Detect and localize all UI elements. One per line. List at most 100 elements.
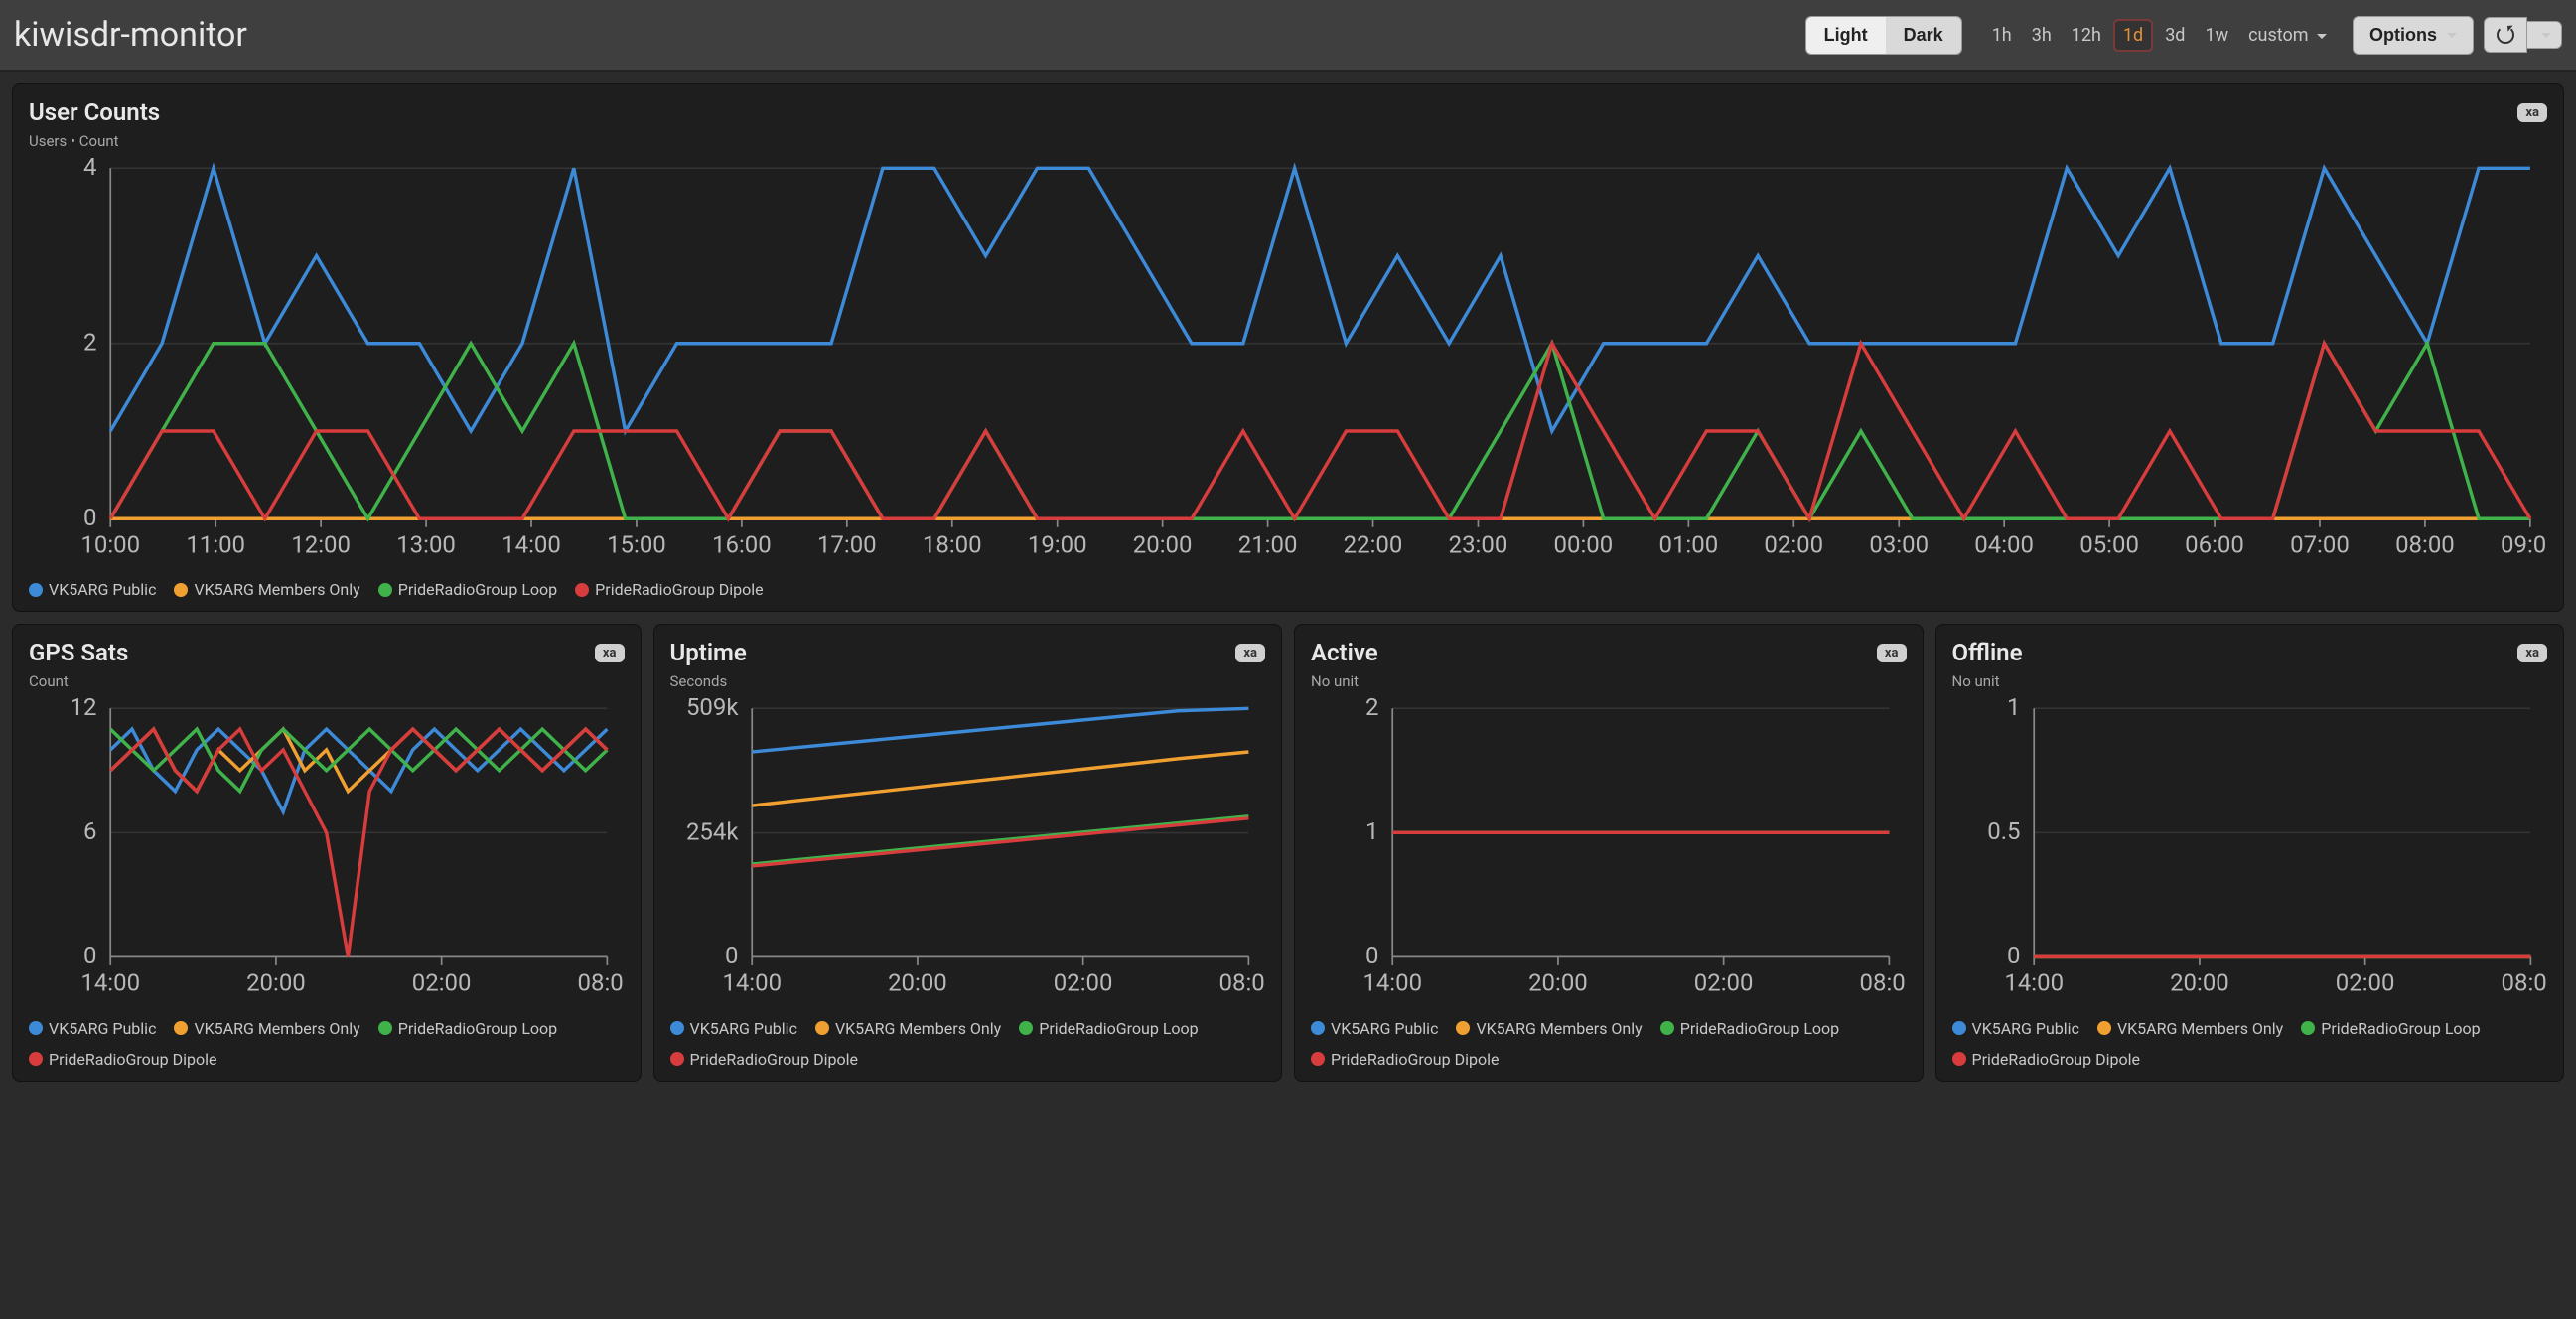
legend-swatch bbox=[1456, 1021, 1470, 1035]
range-custom[interactable]: custom bbox=[2240, 21, 2335, 50]
svg-text:17:00: 17:00 bbox=[817, 531, 877, 559]
legend-item[interactable]: PrideRadioGroup Dipole bbox=[670, 1050, 858, 1069]
legend-item[interactable]: PrideRadioGroup Dipole bbox=[1952, 1050, 2140, 1069]
chart-active[interactable]: 01214:0020:0002:0008:00 bbox=[1311, 698, 1907, 1004]
legend: VK5ARG Public VK5ARG Members Only PrideRad… bbox=[1311, 1019, 1907, 1069]
options-button[interactable]: Options bbox=[2353, 16, 2474, 55]
range-3h[interactable]: 3h bbox=[2024, 21, 2060, 50]
svg-text:0.5: 0.5 bbox=[1987, 817, 2020, 845]
svg-text:23:00: 23:00 bbox=[1449, 531, 1508, 559]
panel-badge[interactable]: xa bbox=[595, 644, 625, 662]
legend: VK5ARG Public VK5ARG Members Only PrideRad… bbox=[29, 580, 2547, 599]
legend-swatch bbox=[670, 1021, 684, 1035]
legend-item[interactable]: PrideRadioGroup Loop bbox=[378, 1019, 557, 1038]
theme-toggle: Light Dark bbox=[1805, 16, 1962, 55]
panel-subtitle: No unit bbox=[1952, 672, 2548, 690]
panel-badge[interactable]: xa bbox=[2517, 644, 2547, 662]
legend-item[interactable]: PrideRadioGroup Loop bbox=[1019, 1019, 1198, 1038]
legend-swatch bbox=[2097, 1021, 2111, 1035]
svg-text:12: 12 bbox=[71, 698, 97, 721]
panel-title: Uptime bbox=[670, 639, 747, 666]
caret-down-icon bbox=[2317, 34, 2327, 44]
svg-text:08:00: 08:00 bbox=[1860, 969, 1907, 997]
panel-user-counts: User Counts xa Users • Count 02410:0011:… bbox=[12, 83, 2564, 612]
legend-label: VK5ARG Public bbox=[690, 1019, 797, 1038]
legend-swatch bbox=[2301, 1021, 2315, 1035]
range-1d[interactable]: 1d bbox=[2113, 19, 2153, 52]
refresh-menu-button[interactable] bbox=[2526, 21, 2562, 49]
svg-text:08:00: 08:00 bbox=[2395, 531, 2455, 559]
legend-item[interactable]: VK5ARG Public bbox=[1952, 1019, 2079, 1038]
svg-text:01:00: 01:00 bbox=[1658, 531, 1718, 559]
dark-button[interactable]: Dark bbox=[1886, 17, 1961, 54]
legend-item[interactable]: VK5ARG Members Only bbox=[815, 1019, 1001, 1038]
legend: VK5ARG Public VK5ARG Members Only PrideRad… bbox=[670, 1019, 1266, 1069]
legend-item[interactable]: VK5ARG Public bbox=[1311, 1019, 1438, 1038]
legend-swatch bbox=[29, 583, 43, 597]
range-12h[interactable]: 12h bbox=[2064, 21, 2109, 50]
svg-text:20:00: 20:00 bbox=[1528, 969, 1588, 997]
chart-user-counts[interactable]: 02410:0011:0012:0013:0014:0015:0016:0017… bbox=[29, 158, 2547, 566]
legend-label: VK5ARG Members Only bbox=[194, 580, 359, 599]
chart-offline[interactable]: 00.5114:0020:0002:0008:00 bbox=[1952, 698, 2548, 1004]
panel-subtitle: Count bbox=[29, 672, 625, 690]
legend-item[interactable]: VK5ARG Public bbox=[29, 1019, 156, 1038]
svg-text:08:00: 08:00 bbox=[578, 969, 625, 997]
legend-item[interactable]: PrideRadioGroup Dipole bbox=[575, 580, 763, 599]
panel-title: User Counts bbox=[29, 98, 160, 126]
app-title: kiwisdr-monitor bbox=[14, 15, 247, 55]
legend-item[interactable]: VK5ARG Public bbox=[29, 580, 156, 599]
svg-text:21:00: 21:00 bbox=[1238, 531, 1298, 559]
svg-text:14:00: 14:00 bbox=[1362, 969, 1422, 997]
svg-text:02:00: 02:00 bbox=[412, 969, 472, 997]
legend-label: VK5ARG Public bbox=[49, 580, 156, 599]
light-button[interactable]: Light bbox=[1806, 17, 1886, 54]
range-1h[interactable]: 1h bbox=[1984, 21, 2020, 50]
svg-text:4: 4 bbox=[83, 158, 96, 181]
svg-text:0: 0 bbox=[83, 504, 96, 531]
legend-item[interactable]: VK5ARG Members Only bbox=[2097, 1019, 2283, 1038]
panel-badge[interactable]: xa bbox=[1877, 644, 1907, 662]
legend-swatch bbox=[1952, 1021, 1966, 1035]
panel-badge[interactable]: xa bbox=[1235, 644, 1265, 662]
svg-text:509k: 509k bbox=[685, 698, 738, 721]
legend-item[interactable]: VK5ARG Members Only bbox=[174, 580, 359, 599]
svg-text:03:00: 03:00 bbox=[1869, 531, 1929, 559]
legend-swatch bbox=[29, 1052, 43, 1066]
legend-item[interactable]: VK5ARG Members Only bbox=[174, 1019, 359, 1038]
legend-item[interactable]: VK5ARG Members Only bbox=[1456, 1019, 1642, 1038]
legend-label: VK5ARG Public bbox=[1331, 1019, 1438, 1038]
options-label: Options bbox=[2369, 25, 2437, 46]
svg-text:14:00: 14:00 bbox=[501, 531, 561, 559]
svg-text:05:00: 05:00 bbox=[2079, 531, 2139, 559]
chart-uptime[interactable]: 0254k509k14:0020:0002:0008:00 bbox=[670, 698, 1266, 1004]
legend-item[interactable]: VK5ARG Public bbox=[670, 1019, 797, 1038]
panel-badge[interactable]: xa bbox=[2517, 103, 2547, 122]
range-3d[interactable]: 3d bbox=[2157, 21, 2193, 50]
svg-text:0: 0 bbox=[725, 942, 738, 969]
legend-swatch bbox=[1952, 1052, 1966, 1066]
svg-text:20:00: 20:00 bbox=[888, 969, 947, 997]
svg-text:12:00: 12:00 bbox=[291, 531, 351, 559]
svg-text:0: 0 bbox=[2007, 942, 2020, 969]
legend-item[interactable]: PrideRadioGroup Dipole bbox=[29, 1050, 216, 1069]
legend-item[interactable]: PrideRadioGroup Loop bbox=[1660, 1019, 1839, 1038]
svg-text:6: 6 bbox=[83, 817, 96, 845]
legend-swatch bbox=[1019, 1021, 1033, 1035]
legend: VK5ARG Public VK5ARG Members Only PrideRad… bbox=[1952, 1019, 2548, 1069]
legend-swatch bbox=[670, 1052, 684, 1066]
svg-text:02:00: 02:00 bbox=[1764, 531, 1823, 559]
legend-item[interactable]: PrideRadioGroup Loop bbox=[378, 580, 557, 599]
caret-down-icon bbox=[2541, 33, 2551, 43]
svg-text:20:00: 20:00 bbox=[246, 969, 306, 997]
svg-text:00:00: 00:00 bbox=[1554, 531, 1614, 559]
legend-item[interactable]: PrideRadioGroup Dipole bbox=[1311, 1050, 1499, 1069]
legend-item[interactable]: PrideRadioGroup Loop bbox=[2301, 1019, 2480, 1038]
svg-text:10:00: 10:00 bbox=[80, 531, 140, 559]
chart-gps[interactable]: 061214:0020:0002:0008:00 bbox=[29, 698, 625, 1004]
range-1w[interactable]: 1w bbox=[2197, 21, 2236, 50]
panel-uptime: Uptime xa Seconds 0254k509k14:0020:0002:… bbox=[653, 624, 1283, 1081]
legend-label: PrideRadioGroup Dipole bbox=[595, 580, 763, 599]
legend-label: PrideRadioGroup Dipole bbox=[1331, 1050, 1499, 1069]
refresh-button[interactable] bbox=[2484, 17, 2527, 53]
